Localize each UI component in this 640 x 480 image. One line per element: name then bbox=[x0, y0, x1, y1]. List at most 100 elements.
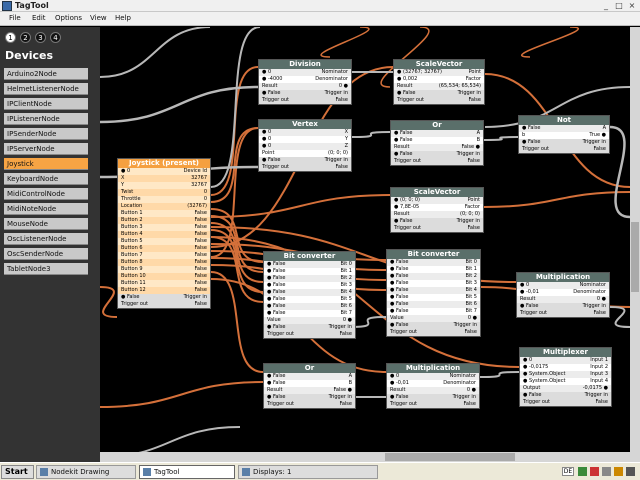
node-port-row[interactable]: Trigger out False bbox=[391, 158, 483, 165]
node-port-row[interactable]: ● False Trigger in bbox=[517, 303, 609, 310]
node-port-row[interactable]: Trigger out False bbox=[387, 401, 479, 408]
node-port-row[interactable]: ● -0,0175 Input 2 bbox=[520, 364, 611, 371]
volume-icon[interactable] bbox=[602, 467, 611, 476]
node-port-row[interactable]: ● 0 Y bbox=[259, 136, 351, 143]
node-port-row[interactable]: ● 7,8E-05 Factor bbox=[391, 204, 483, 211]
taskbar-item-nodekit[interactable]: Nodekit Drawing bbox=[36, 465, 136, 479]
node-port-row[interactable]: Trigger out False bbox=[264, 331, 355, 338]
node-port-row[interactable]: ● 0 Input 1 bbox=[520, 357, 611, 364]
node-port-row[interactable]: Trigger out False bbox=[264, 401, 355, 408]
node-port-row[interactable]: Result 0 ● bbox=[259, 83, 351, 90]
horizontal-scrollbar[interactable] bbox=[100, 452, 630, 462]
node-title[interactable]: Multiplication bbox=[517, 273, 609, 282]
node-vertex[interactable]: Vertex ● 0 X ● 0 Y ● 0 Z Point (0; 0; 0) ● False T… bbox=[258, 119, 352, 172]
node-port-row[interactable]: ● False Bit 6 bbox=[387, 301, 480, 308]
tray-app-icon[interactable] bbox=[626, 467, 635, 476]
node-port-row[interactable]: ● -0,01 Denominator bbox=[517, 289, 609, 296]
node-port-row[interactable]: Location (32767) bbox=[118, 203, 210, 210]
node-port-row[interactable]: Trigger out False bbox=[520, 399, 611, 406]
node-port-row[interactable]: ● False Trigger in bbox=[519, 139, 609, 146]
node-port-row[interactable]: ● 0 Z bbox=[259, 143, 351, 150]
maximize-icon[interactable]: □ bbox=[613, 1, 625, 11]
node-port-row[interactable]: Button 6 False bbox=[118, 245, 210, 252]
node-port-row[interactable]: ● False Trigger in bbox=[118, 294, 210, 301]
node-title[interactable]: Joystick (present) bbox=[118, 159, 210, 168]
device-item[interactable]: IPClientNode bbox=[4, 98, 88, 110]
node-port-row[interactable]: Button 4 False bbox=[118, 231, 210, 238]
device-item[interactable]: KeyboardNode bbox=[4, 173, 88, 185]
node-joystick[interactable]: Joystick (present) ● 0 Device Id X 32767 Y 327… bbox=[117, 158, 211, 309]
node-port-row[interactable]: ● False Trigger in bbox=[264, 394, 355, 401]
node-or1[interactable]: Or ● False A ● False B Result False ● ● False Tr… bbox=[390, 120, 484, 166]
node-port-row[interactable]: Output -0,0175 ● bbox=[520, 385, 611, 392]
node-port-row[interactable]: ● 0 Device Id bbox=[118, 168, 210, 175]
node-port-row[interactable]: ● False Trigger in bbox=[264, 324, 355, 331]
node-port-row[interactable]: ● False Trigger in bbox=[259, 157, 351, 164]
node-port-row[interactable]: Result False ● bbox=[264, 387, 355, 394]
device-item[interactable]: Arduino2Node bbox=[4, 68, 88, 80]
node-port-row[interactable]: Result False ● bbox=[391, 144, 483, 151]
node-scalevector2[interactable]: ScaleVector ● (0; 0; 0) Point ● 7,8E-05 Fact… bbox=[390, 187, 484, 233]
node-port-row[interactable]: Trigger out False bbox=[387, 329, 480, 336]
device-item[interactable]: IPListenerNode bbox=[4, 113, 88, 125]
device-item[interactable]: IPSenderNode bbox=[4, 128, 88, 140]
menu-file[interactable]: File bbox=[9, 14, 21, 22]
node-port-row[interactable]: Button 11 False bbox=[118, 280, 210, 287]
node-port-row[interactable]: ● False Bit 3 bbox=[264, 282, 355, 289]
device-item[interactable]: IPServerNode bbox=[4, 143, 88, 155]
node-port-row[interactable]: ● System.Object Input 3 bbox=[520, 371, 611, 378]
node-port-row[interactable]: b True ● bbox=[519, 132, 609, 139]
node-title[interactable]: ScaleVector bbox=[394, 60, 484, 69]
node-not[interactable]: Not ● False Ab True ● ● False Trigger in Trigg… bbox=[518, 115, 610, 154]
node-port-row[interactable]: Trigger out False bbox=[394, 97, 484, 104]
node-port-row[interactable]: Value 0 ● bbox=[387, 315, 480, 322]
language-indicator[interactable]: DE bbox=[562, 467, 574, 476]
node-title[interactable]: Division bbox=[259, 60, 351, 69]
node-port-row[interactable]: ● False Trigger in bbox=[387, 322, 480, 329]
node-port-row[interactable]: Y 32767 bbox=[118, 182, 210, 189]
device-item[interactable]: HelmetListenerNode bbox=[4, 83, 88, 95]
node-port-row[interactable]: Trigger out False bbox=[118, 301, 210, 308]
node-title[interactable]: Bit converter bbox=[264, 252, 355, 261]
antivirus-icon[interactable] bbox=[590, 467, 599, 476]
node-port-row[interactable]: ● (32767; 32767) Point bbox=[394, 69, 484, 76]
horizontal-scroll-thumb[interactable] bbox=[385, 453, 515, 461]
node-port-row[interactable]: Result 0 ● bbox=[517, 296, 609, 303]
node-canvas[interactable]: Joystick (present) ● 0 Device Id X 32767 Y 327… bbox=[100, 27, 630, 462]
panel-tab-3[interactable]: 3 bbox=[35, 32, 46, 43]
device-item[interactable]: MidiNoteNode bbox=[4, 203, 88, 215]
node-port-row[interactable]: ● 0,002 Factor bbox=[394, 76, 484, 83]
vertical-scroll-thumb[interactable] bbox=[631, 222, 639, 292]
node-title[interactable]: Multiplexer bbox=[520, 348, 611, 357]
node-port-row[interactable]: Button 9 False bbox=[118, 266, 210, 273]
node-port-row[interactable]: ● -4000 Denominator bbox=[259, 76, 351, 83]
node-port-row[interactable]: ● False Bit 4 bbox=[264, 289, 355, 296]
node-port-row[interactable]: Throttle 0 bbox=[118, 196, 210, 203]
node-port-row[interactable]: Trigger out False bbox=[517, 310, 609, 317]
node-port-row[interactable]: ● False Bit 6 bbox=[264, 303, 355, 310]
node-port-row[interactable]: ● False Bit 2 bbox=[387, 273, 480, 280]
node-port-row[interactable]: ● -0,01 Denominator bbox=[387, 380, 479, 387]
node-port-row[interactable]: ● False Trigger in bbox=[259, 90, 351, 97]
node-port-row[interactable]: ● False Bit 7 bbox=[264, 310, 355, 317]
device-item[interactable]: MouseNode bbox=[4, 218, 88, 230]
node-port-row[interactable]: ● False B bbox=[391, 137, 483, 144]
node-port-row[interactable]: Result (65,534; 65,534) bbox=[394, 83, 484, 90]
node-port-row[interactable]: Trigger out False bbox=[259, 97, 351, 104]
vertical-scrollbar[interactable] bbox=[630, 27, 640, 462]
minimize-icon[interactable]: _ bbox=[600, 1, 612, 11]
node-or2[interactable]: Or ● False A ● False B Result False ● ● False Tr… bbox=[263, 363, 356, 409]
node-scalevector1[interactable]: ScaleVector ● (32767; 32767) Point ● 0,002 F… bbox=[393, 59, 485, 105]
menu-view[interactable]: View bbox=[90, 14, 107, 22]
taskbar-item-displays[interactable]: Displays: 1 bbox=[238, 465, 378, 479]
node-port-row[interactable]: Button 10 False bbox=[118, 273, 210, 280]
node-port-row[interactable]: ● 0 Nominator bbox=[259, 69, 351, 76]
node-port-row[interactable]: X 32767 bbox=[118, 175, 210, 182]
close-icon[interactable]: × bbox=[626, 1, 638, 11]
node-port-row[interactable]: ● False Trigger in bbox=[391, 151, 483, 158]
update-icon[interactable] bbox=[614, 467, 623, 476]
node-port-row[interactable]: ● False Trigger in bbox=[387, 394, 479, 401]
menu-help[interactable]: Help bbox=[115, 14, 131, 22]
device-item[interactable]: MidiControlNode bbox=[4, 188, 88, 200]
node-title[interactable]: Or bbox=[391, 121, 483, 130]
